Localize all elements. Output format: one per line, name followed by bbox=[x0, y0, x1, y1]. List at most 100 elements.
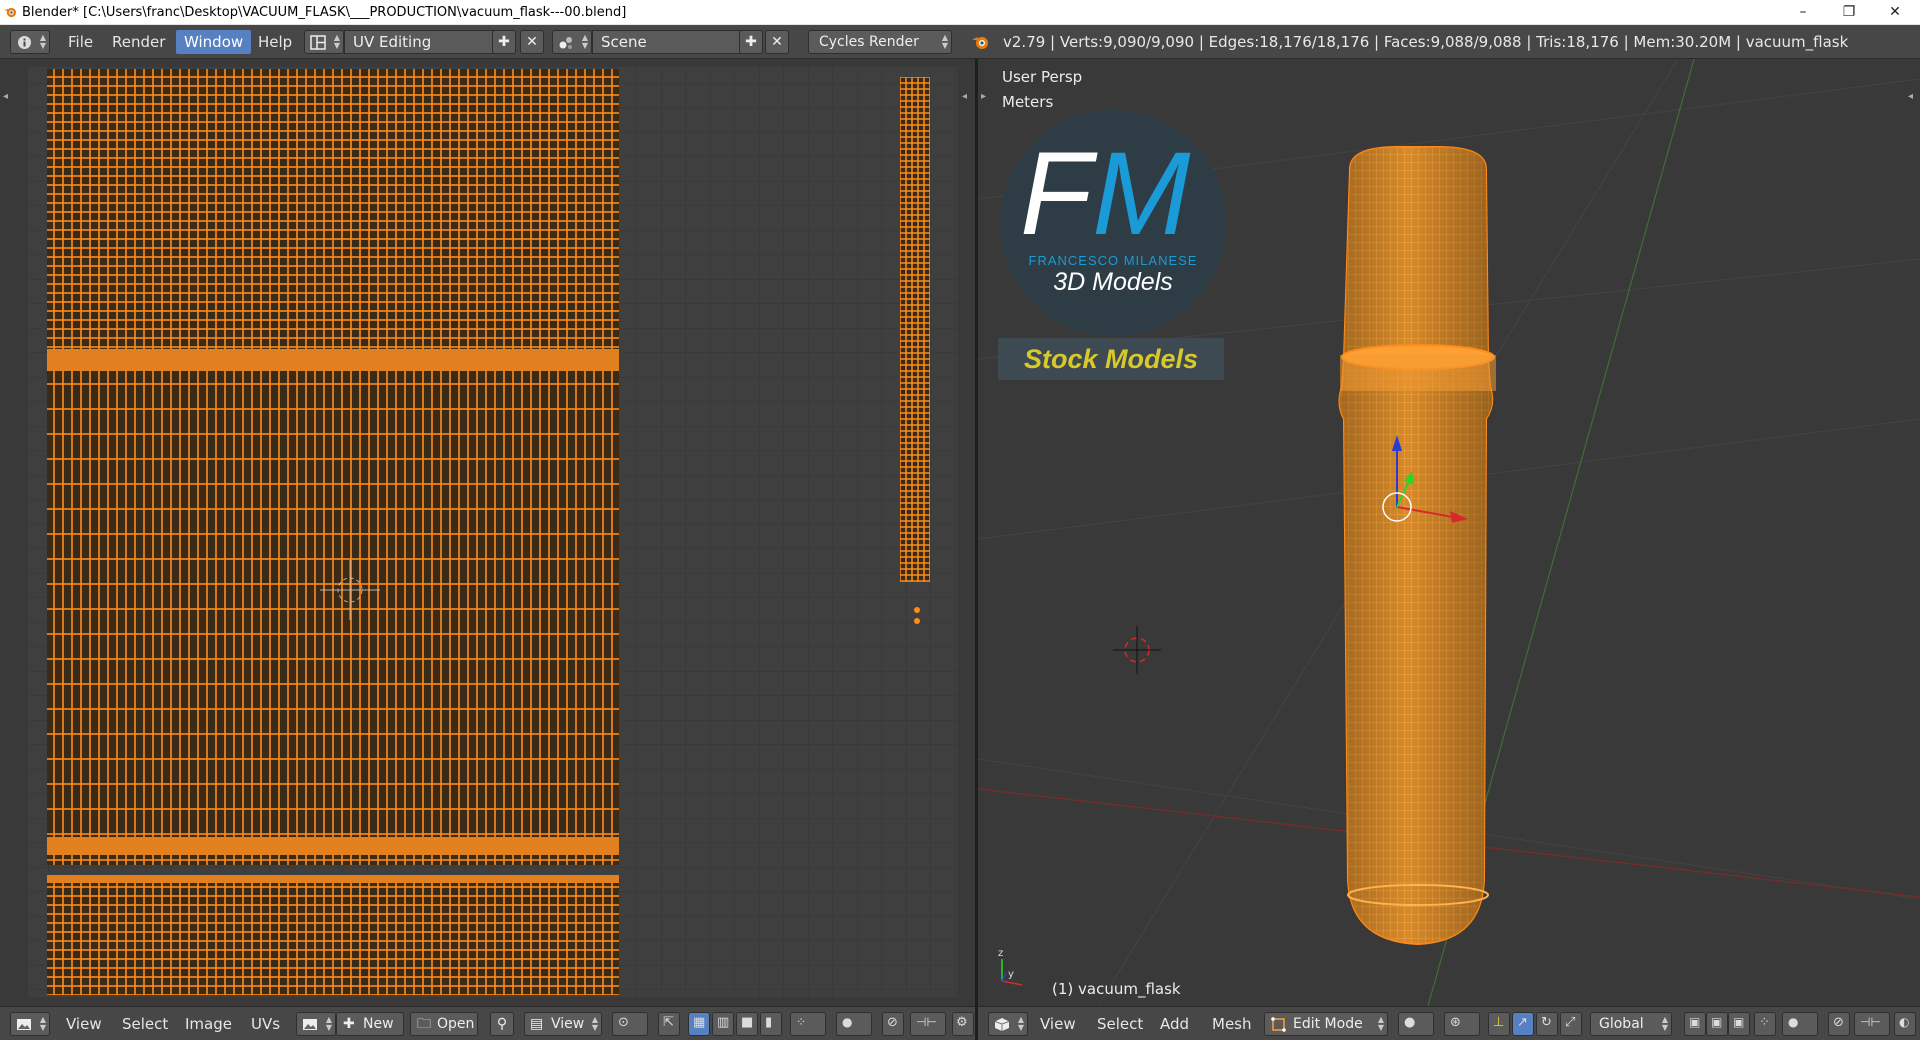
rotate-icon: ↻ bbox=[1541, 1015, 1552, 1030]
close-button[interactable]: ✕ bbox=[1872, 0, 1918, 25]
blender-logo-icon bbox=[972, 37, 988, 49]
proportional-edit-dropdown[interactable]: ● bbox=[836, 1012, 872, 1036]
image-icon bbox=[303, 1019, 317, 1030]
scale-manipulator[interactable]: ⤢ bbox=[1560, 1012, 1582, 1036]
uv-vertex bbox=[914, 618, 920, 624]
delete-scene-button[interactable]: ✕ bbox=[765, 30, 789, 54]
uv-menu-uvs[interactable]: UVs bbox=[251, 1012, 280, 1036]
screen-layout-field[interactable]: UV Editing bbox=[344, 30, 502, 54]
layer-button[interactable]: ▣ bbox=[1684, 1012, 1706, 1036]
uv-vertex bbox=[914, 607, 920, 613]
svg-text:y: y bbox=[1008, 969, 1014, 980]
maximize-button[interactable]: ❐ bbox=[1826, 0, 1872, 25]
region-toggle-icon: ▸ bbox=[981, 91, 986, 102]
occlude-geometry-toggle[interactable]: ⁘ bbox=[1754, 1012, 1776, 1036]
uv-island-strip bbox=[900, 77, 930, 582]
uv-canvas[interactable]: ◂ ◂ bbox=[0, 59, 975, 1006]
viewport-editor-type-button[interactable]: ▲ ▼ bbox=[988, 1012, 1028, 1036]
sync-selection-toggle[interactable]: ⇱ bbox=[658, 1012, 680, 1036]
face-select-icon: ■ bbox=[741, 1015, 754, 1030]
viewport-shading-dropdown[interactable]: ● bbox=[1398, 1012, 1434, 1036]
info-icon bbox=[18, 36, 31, 49]
pin-icon: ⚲ bbox=[496, 1016, 508, 1032]
viewport-menu-add[interactable]: Add bbox=[1160, 1012, 1189, 1036]
plus-icon: ✚ bbox=[498, 34, 510, 50]
pivot-point-dropdown[interactable]: ⊛ bbox=[1444, 1012, 1480, 1036]
layer-button[interactable]: ▣ bbox=[1728, 1012, 1750, 1036]
editor-type-button[interactable]: ▲ ▼ bbox=[10, 30, 50, 54]
viewport-extra-button[interactable]: ◐ bbox=[1894, 1012, 1916, 1036]
menu-help[interactable]: Help bbox=[250, 30, 300, 54]
view-name-label: User Persp bbox=[1002, 68, 1083, 86]
magnet-icon: ⊘ bbox=[1833, 1015, 1844, 1030]
screen-layout-browse-button[interactable]: ▲ ▼ bbox=[304, 30, 344, 54]
uv-island-body bbox=[47, 371, 619, 837]
uv-editor-type-button[interactable]: ▲ ▼ bbox=[10, 1012, 50, 1036]
uv-image-editor[interactable]: ◂ ◂ bbox=[0, 59, 975, 1006]
magnet-icon: ⊘ bbox=[887, 1015, 898, 1030]
open-image-button[interactable]: 🗀 Open bbox=[410, 1012, 478, 1036]
pivot-icon: ⊛ bbox=[1450, 1015, 1461, 1030]
snap-toggle[interactable]: ⊘ bbox=[882, 1012, 904, 1036]
viewport-menu-view[interactable]: View bbox=[1040, 1012, 1076, 1036]
close-icon: ✕ bbox=[771, 34, 783, 50]
snap-toggle[interactable]: ⊘ bbox=[1828, 1012, 1850, 1036]
edge-select-mode[interactable]: ▥ bbox=[712, 1012, 734, 1036]
occlude-icon: ⁘ bbox=[1759, 1015, 1770, 1030]
view-mode-dropdown[interactable]: ▤ View ▲ ▼ bbox=[524, 1012, 602, 1036]
interaction-mode-label: Edit Mode bbox=[1293, 1016, 1363, 1032]
viewport-menu-select[interactable]: Select bbox=[1097, 1012, 1143, 1036]
delete-screen-button[interactable]: ✕ bbox=[520, 30, 544, 54]
viewport-header: ▲ ▼ View Select Add Mesh Edit Mode ▲ ▼ ● ⊛… bbox=[978, 1006, 1920, 1040]
close-icon: ✕ bbox=[526, 34, 538, 50]
menu-window[interactable]: Window bbox=[176, 30, 252, 54]
render-engine-dropdown[interactable]: Cycles Render ▲ ▼ bbox=[808, 30, 952, 54]
svg-text:z: z bbox=[998, 948, 1003, 959]
cursor-arrow-icon: ⇱ bbox=[663, 1015, 674, 1030]
window-title: Blender* [C:\Users\franc\Desktop\VACUUM_… bbox=[22, 5, 627, 20]
rotate-manipulator[interactable]: ↻ bbox=[1536, 1012, 1558, 1036]
image-browse-button[interactable]: ▲ ▼ bbox=[296, 1012, 336, 1036]
pivot-dropdown[interactable]: ⊙ bbox=[612, 1012, 648, 1036]
scene-browse-button[interactable]: ▲ ▼ bbox=[552, 30, 592, 54]
pin-image-button[interactable]: ⚲ bbox=[490, 1012, 514, 1036]
transform-orientation-dropdown[interactable]: Global ▲ ▼ bbox=[1590, 1012, 1672, 1036]
snap-element-dropdown[interactable]: ⊣⊢ bbox=[910, 1012, 946, 1036]
uv-island-bottom bbox=[47, 883, 619, 995]
render-preview-icon: ◐ bbox=[1899, 1015, 1910, 1029]
uv-menu-view[interactable]: View bbox=[66, 1012, 102, 1036]
cube-icon: ▣ bbox=[1733, 1015, 1745, 1029]
add-scene-button[interactable]: ✚ bbox=[739, 30, 763, 54]
menu-render[interactable]: Render bbox=[104, 30, 173, 54]
new-image-button[interactable]: ✚ New bbox=[336, 1012, 404, 1036]
layer-button[interactable]: ▣ bbox=[1706, 1012, 1728, 1036]
vacuum-flask-mesh bbox=[1338, 146, 1496, 946]
scene-field[interactable]: Scene bbox=[592, 30, 744, 54]
proportional-edit-icon: ● bbox=[842, 1015, 853, 1029]
uv-island-ring bbox=[47, 837, 619, 855]
uv-menu-image[interactable]: Image bbox=[185, 1012, 232, 1036]
uv-island-cap bbox=[47, 69, 619, 349]
screen-layout-icon bbox=[310, 35, 326, 50]
sticky-selection-dropdown[interactable]: ⁘ bbox=[790, 1012, 826, 1036]
translate-arrow-icon: ↗ bbox=[1517, 1015, 1528, 1030]
dropdown-arrows-icon: ▲ ▼ bbox=[1661, 1015, 1668, 1032]
proportional-edit-dropdown[interactable]: ● bbox=[1782, 1012, 1818, 1036]
logo-monogram: FM bbox=[1020, 128, 1191, 260]
interaction-mode-dropdown[interactable]: Edit Mode ▲ ▼ bbox=[1264, 1012, 1388, 1036]
viewport-menu-mesh[interactable]: Mesh bbox=[1212, 1012, 1252, 1036]
minimize-button[interactable]: – bbox=[1780, 0, 1826, 25]
island-select-mode[interactable]: ▮ bbox=[760, 1012, 782, 1036]
menu-file[interactable]: File bbox=[60, 30, 101, 54]
translate-manipulator[interactable]: ↗ bbox=[1512, 1012, 1534, 1036]
snap-element-dropdown[interactable]: ⊣⊢ bbox=[1854, 1012, 1890, 1036]
vertex-select-mode[interactable]: ▦ bbox=[688, 1012, 710, 1036]
dropdown-arrows-icon: ▲ ▼ bbox=[1377, 1015, 1384, 1032]
blender-logo-icon bbox=[4, 7, 17, 18]
add-screen-button[interactable]: ✚ bbox=[492, 30, 516, 54]
uv-settings-button[interactable]: ⚙ bbox=[952, 1012, 974, 1036]
uv-menu-select[interactable]: Select bbox=[122, 1012, 168, 1036]
view-mode-label: View bbox=[551, 1016, 585, 1032]
face-select-mode[interactable]: ■ bbox=[736, 1012, 758, 1036]
manipulator-toggle[interactable]: ⊥ bbox=[1488, 1012, 1510, 1036]
